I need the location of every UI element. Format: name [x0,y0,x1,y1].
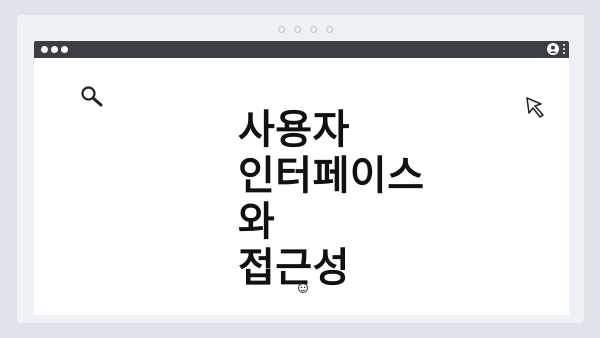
face-icon [298,282,308,293]
cursor-arrow-icon [526,97,544,118]
window-controls [41,46,68,53]
page-title: 사용자 인터페이스와 접근성 [238,107,425,291]
dot [326,26,333,33]
dot [278,26,285,33]
window-dot-close[interactable] [41,46,48,53]
window-dot-minimize[interactable] [51,46,58,53]
search-icon [81,86,103,107]
browser-bar-actions [547,43,565,55]
user-icon[interactable] [547,43,559,55]
browser-content: 사용자 인터페이스와 접근성 [34,58,569,315]
dot [310,26,317,33]
dot [294,26,301,33]
window-dot-maximize[interactable] [61,46,68,53]
kebab-menu-icon[interactable] [563,44,565,54]
browser-title-bar [34,41,569,58]
top-pagination-dots [278,26,333,33]
